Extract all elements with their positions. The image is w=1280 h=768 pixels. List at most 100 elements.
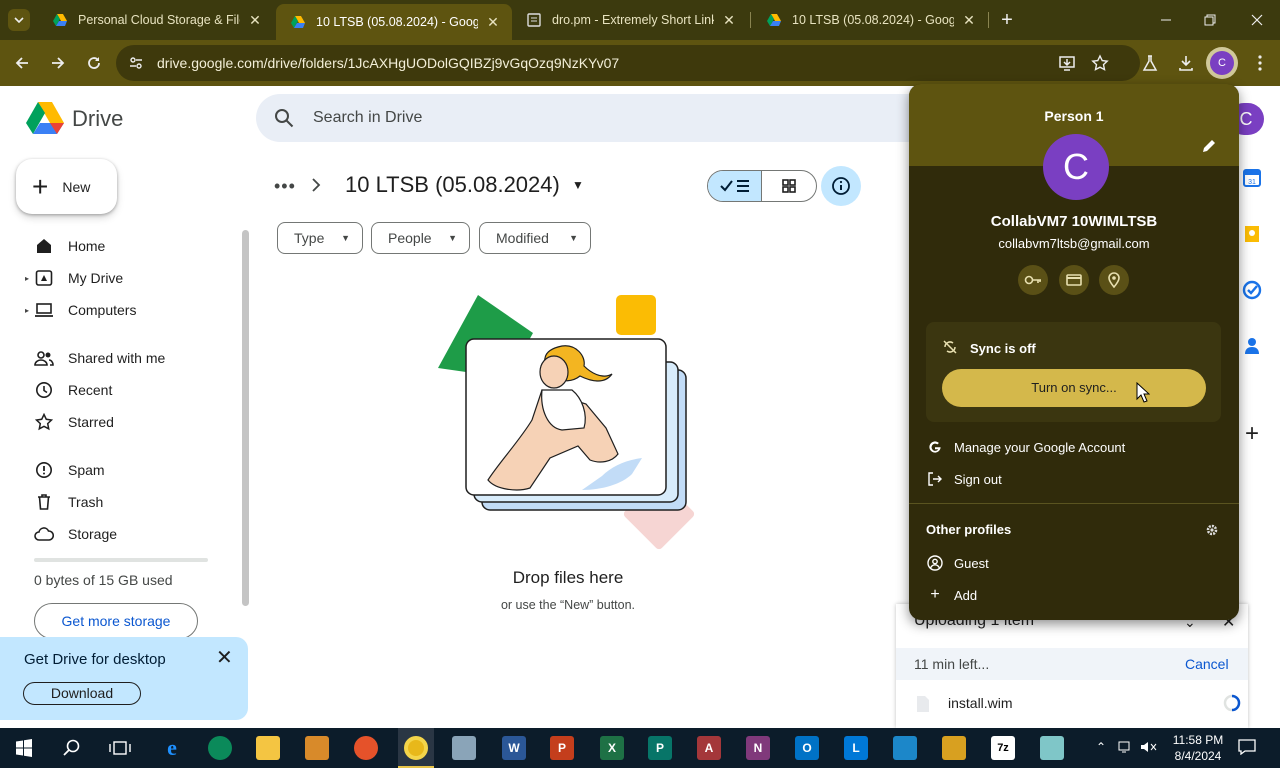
chrome-taskbar-active[interactable] (398, 728, 434, 768)
profile-button[interactable]: C (1206, 47, 1238, 79)
close-icon[interactable]: ✕ (216, 645, 233, 670)
address-bar[interactable]: drive.google.com/drive/folders/1JcAXHgUO… (116, 45, 1140, 81)
sidebar-item-starred[interactable]: Starred (34, 408, 114, 436)
search-icon[interactable] (274, 108, 294, 128)
download-button[interactable]: Download (23, 682, 141, 705)
search-input[interactable]: Search in Drive (313, 109, 422, 127)
back-arrow-icon[interactable] (10, 51, 34, 75)
tab-search-button[interactable] (8, 9, 30, 31)
modified-filter-chip[interactable]: Modified ▼ (479, 222, 591, 254)
internet-explorer-icon[interactable]: e (160, 735, 184, 760)
sidebar-scrollbar[interactable] (242, 230, 249, 606)
type-filter-chip[interactable]: Type ▼ (277, 222, 363, 254)
grid-view-button[interactable] (762, 171, 816, 201)
add-profile-item[interactable]: + Add (927, 584, 977, 606)
tools-app-icon[interactable] (942, 736, 966, 760)
onenote-icon[interactable]: N (746, 736, 770, 760)
sign-out-item[interactable]: Sign out (927, 468, 1002, 490)
control-panel-icon[interactable] (452, 736, 476, 760)
search-icon[interactable] (60, 736, 84, 760)
search-bar[interactable]: Search in Drive (256, 94, 946, 142)
publisher-icon[interactable]: P (648, 736, 672, 760)
edit-pencil-icon[interactable] (1201, 138, 1217, 154)
firefox-icon[interactable] (354, 736, 378, 760)
breadcrumb-more-icon[interactable]: ••• (274, 176, 296, 197)
bookmark-star-icon[interactable] (1091, 54, 1109, 72)
notifications-icon[interactable] (1238, 739, 1256, 755)
expand-caret-icon[interactable]: ▸ (25, 306, 29, 315)
restore-icon[interactable] (1200, 10, 1220, 30)
manage-google-account-item[interactable]: Manage your Google Account (927, 436, 1125, 458)
excel-icon[interactable]: X (600, 736, 624, 760)
file-explorer-icon[interactable] (256, 736, 280, 760)
payment-methods-button[interactable] (1059, 265, 1089, 295)
cancel-upload-button[interactable]: Cancel (1185, 656, 1229, 672)
network-app-icon[interactable] (893, 736, 917, 760)
close-tab-icon[interactable]: ✕ (248, 12, 262, 29)
windows-start-icon[interactable] (12, 736, 36, 760)
notepad-icon[interactable] (1040, 736, 1064, 760)
browser-tab-2-active[interactable]: 10 LTSB (05.08.2024) - Google D ✕ (276, 4, 512, 40)
close-tab-icon[interactable]: ✕ (962, 12, 976, 29)
browser-tab-3[interactable]: dro.pm - Extremely Short Links ✕ (512, 6, 748, 34)
outlook-icon[interactable]: O (795, 736, 819, 760)
forward-arrow-icon[interactable] (46, 51, 70, 75)
expand-caret-icon[interactable]: ▸ (25, 274, 29, 283)
sidebar-item-spam[interactable]: Spam (34, 456, 105, 484)
sidebar-item-home[interactable]: Home (34, 232, 105, 260)
addresses-button[interactable] (1099, 265, 1129, 295)
reload-icon[interactable] (82, 51, 106, 75)
computer-icon (34, 300, 54, 320)
google-drive-icon (52, 12, 68, 28)
add-addon-icon[interactable]: + (1240, 420, 1264, 447)
site-settings-icon[interactable] (128, 55, 144, 71)
drive-logo-icon[interactable] (26, 102, 64, 134)
details-button[interactable] (821, 166, 861, 206)
task-view-icon[interactable] (108, 736, 132, 760)
browser-tab-1[interactable]: Personal Cloud Storage & File S ✕ (38, 6, 274, 34)
word-icon[interactable]: W (502, 736, 526, 760)
download-icon[interactable] (1174, 51, 1198, 75)
access-icon[interactable]: A (697, 736, 721, 760)
list-view-button[interactable] (708, 171, 763, 201)
media-player-icon[interactable] (305, 736, 329, 760)
volume-muted-icon[interactable] (1140, 740, 1158, 754)
close-tab-icon[interactable]: ✕ (486, 14, 500, 31)
powerpoint-icon[interactable]: P (550, 736, 574, 760)
sidebar-item-computers[interactable]: ▸ Computers (25, 296, 136, 324)
chevron-up-icon[interactable]: ⌃ (1096, 740, 1106, 754)
lync-icon[interactable]: L (844, 736, 868, 760)
tasks-icon[interactable] (1240, 278, 1264, 302)
close-tab-icon[interactable]: ✕ (722, 12, 736, 29)
trash-icon (34, 492, 54, 512)
get-more-storage-button[interactable]: Get more storage (34, 603, 198, 639)
minimize-icon[interactable] (1156, 10, 1176, 30)
check-list-icon (719, 179, 750, 193)
people-filter-chip[interactable]: People ▼ (371, 222, 470, 254)
sidebar-item-my-drive[interactable]: ▸ My Drive (25, 264, 123, 292)
7zip-icon[interactable]: 7z (991, 736, 1015, 760)
keep-icon[interactable] (1240, 222, 1264, 246)
labs-flask-icon[interactable] (1138, 51, 1162, 75)
sidebar-item-recent[interactable]: Recent (34, 376, 112, 404)
network-icon[interactable] (1118, 740, 1134, 754)
guest-profile-item[interactable]: Guest (927, 552, 989, 574)
contacts-icon[interactable] (1240, 334, 1264, 358)
sidebar-item-trash[interactable]: Trash (34, 488, 103, 516)
key-icon (1024, 274, 1042, 286)
turn-on-sync-button[interactable]: Turn on sync... (942, 369, 1206, 407)
calendar-icon[interactable]: 31 (1240, 166, 1264, 190)
sidebar-item-shared-with-me[interactable]: Shared with me (34, 344, 165, 372)
settings-gear-icon[interactable] (1205, 523, 1219, 537)
folder-title[interactable]: 10 LTSB (05.08.2024) ▼ (345, 172, 584, 198)
browser-tab-4[interactable]: 10 LTSB (05.08.2024) - Google D ✕ (752, 6, 988, 34)
new-tab-button[interactable]: + (996, 9, 1018, 31)
install-app-icon[interactable] (1058, 54, 1076, 72)
passwords-button[interactable] (1018, 265, 1048, 295)
more-vert-icon[interactable] (1248, 51, 1272, 75)
new-button[interactable]: + New (16, 159, 117, 214)
close-window-icon[interactable] (1247, 10, 1267, 30)
system-clock[interactable]: 11:58 PM 8/4/2024 (1164, 732, 1232, 764)
edge-icon[interactable] (208, 736, 232, 760)
sidebar-item-storage[interactable]: Storage (34, 520, 117, 548)
